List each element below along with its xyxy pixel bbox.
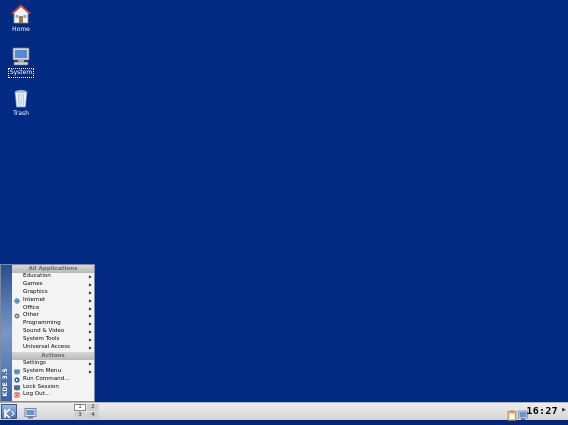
taskbar: 1 2 3 4 16:27 ▶: [0, 402, 568, 421]
menu-item-universal-access[interactable]: Universal Access ▶: [12, 344, 94, 352]
menu-item-label: Graphics: [23, 288, 48, 295]
submenu-arrow-icon: ▶: [88, 368, 92, 374]
submenu-arrow-icon: ▶: [88, 313, 92, 319]
logout-icon: [14, 392, 20, 399]
menu-item-label: Settings: [23, 359, 46, 366]
globe-icon: [14, 297, 20, 304]
home-folder-icon: [10, 3, 32, 25]
clipboard-icon: [507, 410, 517, 421]
menu-item-label: Sound & Video: [23, 328, 65, 335]
system-menu-icon: [14, 369, 20, 375]
other-icon: [14, 313, 20, 319]
menu-item-label: Universal Access: [23, 344, 71, 351]
menu-item-log-out[interactable]: Log Out...: [12, 391, 94, 399]
menu-item-system-menu[interactable]: System Menu ▶: [12, 368, 94, 376]
tray-klipper[interactable]: [507, 406, 517, 421]
all-applications-header: All Applications: [12, 265, 94, 273]
desktop-icon-system[interactable]: System: [3, 45, 39, 78]
submenu-arrow-icon: ▶: [88, 337, 92, 343]
menu-item-label: Games: [23, 280, 43, 287]
menu-item-label: Other: [23, 312, 39, 319]
actions-header: Actions: [12, 351, 94, 360]
submenu-arrow-icon: ▶: [88, 345, 92, 351]
pager-desktop-2[interactable]: 2: [87, 404, 99, 411]
submenu-arrow-icon: ▶: [88, 329, 92, 335]
desktop-icon-home[interactable]: Home: [3, 3, 39, 34]
menu-item-label: Internet: [23, 296, 46, 303]
kde-logo-icon: [4, 408, 15, 419]
k-menu-side-banner: KDE 3.5: [1, 265, 12, 401]
trash-icon: [10, 87, 32, 109]
menu-item-settings[interactable]: Settings ▶: [12, 360, 94, 368]
menu-item-label: Lock Session: [23, 383, 59, 390]
menu-item-office[interactable]: Office ▶: [12, 305, 94, 313]
desktop-icon-label: System: [7, 68, 35, 78]
menu-item-system-tools[interactable]: System Tools ▶: [12, 336, 94, 344]
pager-desktop-3[interactable]: 3: [74, 412, 86, 419]
menu-item-label: Office: [23, 304, 40, 311]
menu-item-lock-session[interactable]: Lock Session: [12, 384, 94, 392]
submenu-arrow-icon: ▶: [88, 281, 92, 287]
menu-item-internet[interactable]: Internet ▶: [12, 297, 94, 305]
tray-expand-arrow-icon[interactable]: ▶: [562, 407, 566, 413]
pager-desktop-1[interactable]: 1: [74, 404, 86, 411]
menu-item-games[interactable]: Games ▶: [12, 281, 94, 289]
run-command-icon: [14, 376, 20, 383]
desktop-icon-label: Trash: [13, 110, 29, 117]
menu-item-run-command[interactable]: Run Command...: [12, 376, 94, 384]
submenu-arrow-icon: ▶: [88, 360, 92, 366]
menu-item-graphics[interactable]: Graphics ▶: [12, 289, 94, 297]
menu-item-label: System Menu: [23, 367, 61, 374]
submenu-arrow-icon: ▶: [88, 274, 92, 279]
menu-item-label: Education: [23, 273, 51, 279]
submenu-arrow-icon: ▶: [88, 321, 92, 327]
pager-desktop-4[interactable]: 4: [87, 412, 99, 419]
clock[interactable]: 16:27: [526, 406, 558, 417]
menu-item-education[interactable]: Education ▶: [12, 273, 94, 281]
menu-item-label: Log Out...: [23, 391, 51, 398]
show-desktop-button[interactable]: [24, 405, 37, 419]
menu-item-label: System Tools: [23, 336, 60, 343]
menu-item-label: Programming: [23, 320, 61, 327]
k-menu: KDE 3.5 All Applications Education ▶ Gam…: [0, 264, 95, 402]
submenu-arrow-icon: ▶: [88, 297, 92, 303]
k-menu-content: All Applications Education ▶ Games ▶ Gra…: [12, 265, 94, 401]
show-desktop-icon: [24, 408, 37, 419]
menu-item-other[interactable]: Other ▶: [12, 312, 94, 320]
desktop-icon-label: Home: [12, 26, 30, 33]
submenu-arrow-icon: ▶: [88, 305, 92, 311]
computer-icon: [10, 45, 32, 67]
menu-item-programming[interactable]: Programming ▶: [12, 320, 94, 328]
desktop-pager[interactable]: 1 2 3 4: [74, 404, 100, 419]
k-menu-button[interactable]: [1, 404, 17, 419]
submenu-arrow-icon: ▶: [88, 289, 92, 295]
menu-item-sound-video[interactable]: Sound & Video ▶: [12, 328, 94, 336]
menu-item-label: Run Command...: [23, 375, 70, 382]
lock-icon: [14, 384, 20, 391]
k-menu-side-label: KDE 3.5: [2, 368, 9, 397]
desktop-icon-trash[interactable]: Trash: [3, 87, 39, 118]
